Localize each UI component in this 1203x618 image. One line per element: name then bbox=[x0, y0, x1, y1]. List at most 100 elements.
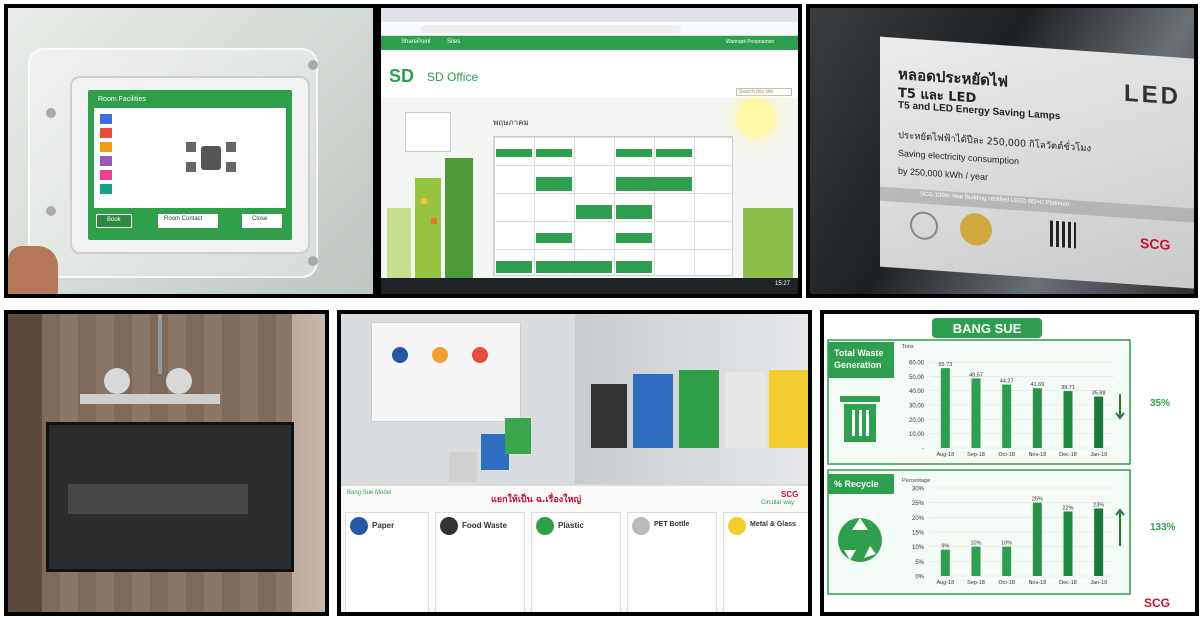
chart1-bar bbox=[1094, 396, 1104, 448]
chart2-xtick: Jan-19 bbox=[1090, 580, 1107, 586]
chart2-data-label: 22% bbox=[1062, 505, 1073, 511]
led-logo: LED bbox=[1124, 79, 1181, 111]
recycle-icon bbox=[838, 518, 882, 562]
search-input[interactable]: Search this site bbox=[736, 88, 792, 96]
chart1-bar bbox=[1032, 388, 1042, 448]
chart1-data-label: 44.27 bbox=[1000, 379, 1014, 385]
close-button[interactable]: Close bbox=[242, 214, 282, 228]
brand-footer: SCG bbox=[1144, 596, 1171, 610]
calendar-event[interactable] bbox=[536, 261, 612, 273]
calendar-event[interactable] bbox=[536, 233, 572, 243]
chart1-data-label: 48.57 bbox=[969, 372, 983, 378]
calendar-event[interactable] bbox=[536, 149, 572, 157]
chart1-data-label: 35.88 bbox=[1092, 391, 1106, 397]
chart1-bar bbox=[1002, 384, 1012, 448]
calendar-event[interactable] bbox=[576, 205, 612, 219]
bin-green bbox=[679, 370, 719, 448]
screw-icon bbox=[46, 206, 56, 216]
factory-illustration bbox=[743, 208, 793, 278]
sign-plate: หลอดประหยัดไฟ T5 และ LED T5 and LED Ener… bbox=[880, 36, 1194, 290]
sign-en-saving-2: by 250,000 kWh / year bbox=[898, 165, 989, 183]
mini-calendar bbox=[405, 112, 451, 152]
chart2-ytick: 5% bbox=[915, 560, 924, 566]
chart2-ytick: 10% bbox=[912, 545, 925, 551]
poster-wall bbox=[371, 322, 521, 422]
category-plastic: Plastic bbox=[531, 512, 621, 612]
chart1-xtick: Oct-18 bbox=[998, 452, 1015, 458]
chart2-bar bbox=[1094, 508, 1104, 576]
chart1-title-line1: Total Waste bbox=[834, 348, 884, 358]
sharepoint-screenshot-panel: SharePoint Sites Wanrapit Poopnamon SD S… bbox=[377, 4, 802, 298]
tablet-title: Room Facilities bbox=[98, 96, 146, 103]
chart1-ytick: 50.00 bbox=[909, 375, 925, 381]
bin-grey bbox=[725, 372, 765, 448]
calendar-event[interactable] bbox=[616, 177, 692, 191]
chart1-ytick: 30.00 bbox=[909, 404, 925, 410]
chart2-ytick: 15% bbox=[912, 531, 925, 537]
sign-en-saving-1: Saving electricity consumption bbox=[898, 147, 1020, 167]
book-button[interactable]: Book bbox=[96, 214, 132, 228]
chart2-xtick: Dec-18 bbox=[1059, 580, 1077, 586]
chart1-xtick: Dec-18 bbox=[1059, 452, 1077, 458]
poster-brand: SCG bbox=[781, 490, 799, 499]
calendar-event[interactable] bbox=[616, 233, 652, 243]
calendar-grid bbox=[493, 136, 733, 276]
facility-list bbox=[100, 114, 150, 202]
tablet-screen: Room Facilities Book Room Contact Close bbox=[88, 90, 292, 240]
nav-sites[interactable]: Sites bbox=[447, 39, 460, 45]
chart1-xtick: Sep-18 bbox=[967, 452, 985, 458]
browser-tabbar bbox=[381, 8, 798, 22]
chart2-bar bbox=[1032, 502, 1042, 576]
calendar-event[interactable] bbox=[616, 149, 652, 157]
left-pillar bbox=[8, 314, 42, 612]
site-header: SD SD Office Search this site bbox=[381, 50, 798, 98]
seal-icon bbox=[910, 210, 938, 241]
led-sign-photo-panel: หลอดประหยัดไฟ T5 และ LED T5 and LED Ener… bbox=[806, 4, 1198, 298]
bang-sue-charts-panel: BANG SUE Total Waste Generation % Recycl… bbox=[820, 310, 1199, 616]
chart2-ytick: 30% bbox=[912, 487, 925, 493]
screw-icon bbox=[308, 60, 318, 70]
chart2-data-label: 10% bbox=[1001, 541, 1012, 547]
nav-sharepoint[interactable]: SharePoint bbox=[401, 39, 431, 45]
bin-blue bbox=[633, 374, 673, 448]
sharepoint-navbar: SharePoint Sites Wanrapit Poopnamon bbox=[381, 36, 798, 50]
bin-yellow bbox=[769, 370, 808, 448]
skyline-illustration bbox=[381, 158, 491, 278]
room-layout-icon bbox=[184, 136, 238, 180]
bin-green bbox=[505, 418, 531, 454]
chart2-data-label: 23% bbox=[1093, 503, 1104, 509]
chart2-xtick: Sep-18 bbox=[967, 580, 985, 586]
calendar-event[interactable] bbox=[536, 177, 572, 191]
ceiling-mount bbox=[158, 314, 162, 374]
chart1-ytick: 10.00 bbox=[909, 432, 925, 438]
chart1-title-line2: Generation bbox=[834, 360, 882, 370]
chart2-bar bbox=[1002, 546, 1012, 576]
chart1-xtick: Jan-19 bbox=[1090, 452, 1107, 458]
chart1-ytick: 60.00 bbox=[909, 361, 925, 367]
chart2-xtick: Nov-18 bbox=[1028, 580, 1046, 586]
calendar-event[interactable] bbox=[656, 149, 692, 157]
chart1-bar bbox=[940, 368, 950, 448]
bin-grey bbox=[449, 452, 477, 482]
calendar-event[interactable] bbox=[496, 149, 532, 157]
calendar-event[interactable] bbox=[616, 261, 652, 273]
poster-brand-sub: Circular way bbox=[761, 500, 795, 506]
chart1-xtick: Aug-18 bbox=[936, 452, 954, 458]
chart2-data-label: 10% bbox=[970, 541, 981, 547]
chart2-xtick: Oct-18 bbox=[998, 580, 1015, 586]
chart2-bar bbox=[940, 549, 950, 576]
site-logo[interactable]: SD bbox=[389, 66, 414, 87]
tablet-photo-panel: Room Facilities Book Room Contact Close bbox=[4, 4, 377, 298]
tv-camera-photo-panel bbox=[4, 310, 329, 616]
camera-icon bbox=[166, 368, 192, 394]
user-name[interactable]: Wanrapit Poopnamon bbox=[726, 39, 774, 45]
chart1-ytick: - bbox=[922, 447, 924, 453]
calendar-event[interactable] bbox=[496, 261, 532, 273]
camera-bracket bbox=[80, 394, 220, 404]
windows-taskbar: 15:27 bbox=[381, 278, 798, 294]
chart1-bar bbox=[1063, 391, 1073, 448]
room-contact-button[interactable]: Room Contact bbox=[158, 214, 218, 228]
calendar-event[interactable] bbox=[616, 205, 652, 219]
chart2-xtick: Aug-18 bbox=[936, 580, 954, 586]
taskbar-clock: 15:27 bbox=[774, 281, 790, 287]
